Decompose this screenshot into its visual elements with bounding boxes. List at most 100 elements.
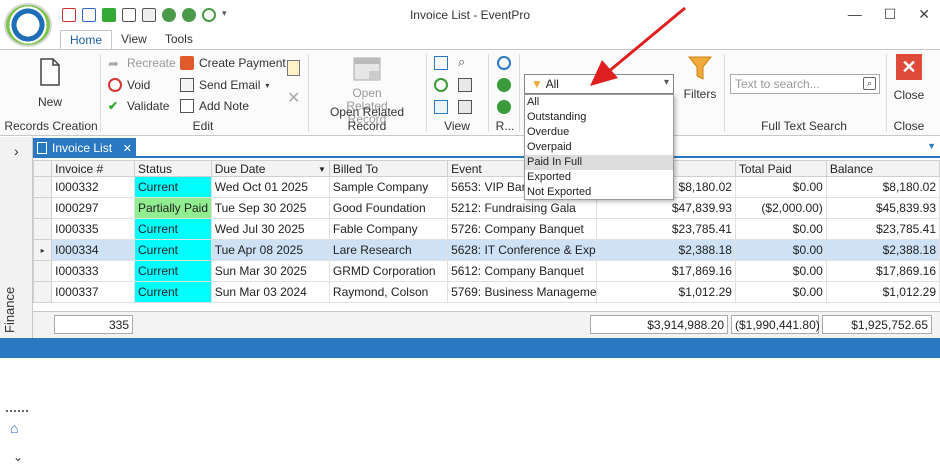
cell-status[interactable]: Current <box>133 260 212 282</box>
history-icon[interactable] <box>497 56 511 70</box>
cell-event[interactable]: 5769: Business Manageme... <box>447 281 597 303</box>
close-button[interactable]: ✕ Close <box>893 54 925 102</box>
table-row[interactable]: ▸ I000334 Current Tue Apr 08 2025 Lare Resea… <box>33 239 940 261</box>
search-icon[interactable]: ⌕ <box>863 77 876 90</box>
cell-invoice[interactable]: I000297 <box>51 197 135 219</box>
row-indicator[interactable] <box>33 218 53 240</box>
app-logo[interactable] <box>4 3 52 47</box>
cell-balance[interactable]: $8,180.02 <box>825 176 940 198</box>
nav-splitter[interactable] <box>6 410 28 412</box>
cell-amount[interactable]: $2,388.18 <box>595 239 736 261</box>
home-icon[interactable]: ⌂ <box>10 420 18 436</box>
cell-invoice[interactable]: I000332 <box>51 176 135 198</box>
cell-event[interactable]: 5612: Company Banquet <box>447 260 597 282</box>
create-payment-button[interactable]: Create Payment <box>180 56 286 70</box>
cell-amount[interactable]: $1,012.29 <box>595 281 736 303</box>
row-indicator[interactable] <box>33 281 53 303</box>
search-icon[interactable]: ⌕ <box>458 54 465 70</box>
clipboard-icon[interactable] <box>287 60 300 76</box>
cell-balance[interactable]: $23,785.41 <box>825 218 940 240</box>
row-indicator[interactable]: ▸ <box>33 239 53 261</box>
cell-due-date[interactable]: Sun Mar 03 2024 <box>210 281 330 303</box>
clear-x-icon[interactable]: ✕ <box>287 88 300 108</box>
cell-status[interactable]: Partially Paid <box>133 197 212 219</box>
validate-button[interactable]: ✔ Validate <box>108 99 169 113</box>
table-row[interactable]: I000333 Current Sun Mar 30 2025 GRMD Corpor… <box>33 260 940 282</box>
column-header-total-paid[interactable]: Total Paid <box>734 160 827 177</box>
close-window-button[interactable]: ✕ <box>918 6 930 23</box>
column-header-status[interactable]: Status <box>133 160 212 177</box>
send-email-button[interactable]: Send Email ▾ <box>180 78 269 92</box>
column-header-balance[interactable]: Balance <box>825 160 940 177</box>
cell-total-paid[interactable]: ($2,000.00) <box>734 197 827 219</box>
column-header-invoice[interactable]: Invoice # <box>51 160 135 177</box>
cell-billed-to[interactable]: Good Foundation <box>328 197 449 219</box>
cell-due-date[interactable]: Wed Oct 01 2025 <box>210 176 330 198</box>
cell-invoice[interactable]: I000333 <box>51 260 135 282</box>
cell-status[interactable]: Current <box>133 176 212 198</box>
grid-view-icon[interactable] <box>458 78 472 92</box>
cell-status[interactable]: Current <box>133 218 212 240</box>
down-icon[interactable] <box>497 100 511 114</box>
cell-total-paid[interactable]: $0.00 <box>734 239 827 261</box>
cell-event[interactable]: 5726: Company Banquet <box>447 218 597 240</box>
table-row[interactable]: I000335 Current Wed Jul 30 2025 Fable Compa… <box>33 218 940 240</box>
column-header-billed-to[interactable]: Billed To <box>328 160 449 177</box>
new-button[interactable]: New <box>34 58 66 109</box>
cell-due-date[interactable]: Tue Sep 30 2025 <box>210 197 330 219</box>
refresh-view-icon[interactable] <box>434 78 448 92</box>
cell-due-date[interactable]: Sun Mar 30 2025 <box>210 260 330 282</box>
cell-total-paid[interactable]: $0.00 <box>734 281 827 303</box>
cell-amount[interactable]: $47,839.93 <box>595 197 736 219</box>
table-row[interactable]: I000332 Current Wed Oct 01 2025 Sample Comp… <box>33 176 940 198</box>
tab-tools[interactable]: Tools <box>156 30 202 50</box>
filter-option-paid-in-full[interactable]: Paid In Full <box>525 155 673 170</box>
row-indicator[interactable] <box>33 197 53 219</box>
cell-event[interactable]: 5212: Fundraising Gala <box>447 197 597 219</box>
cell-total-paid[interactable]: $0.00 <box>734 260 827 282</box>
row-indicator[interactable] <box>33 260 53 282</box>
cell-status[interactable]: Current <box>133 239 212 261</box>
cell-balance[interactable]: $17,869.16 <box>825 260 940 282</box>
columns-icon[interactable] <box>458 100 472 114</box>
cell-invoice[interactable]: I000334 <box>51 239 135 261</box>
void-button[interactable]: Void <box>108 78 150 92</box>
cell-amount[interactable]: $17,869.16 <box>595 260 736 282</box>
cell-status[interactable]: Current <box>133 281 212 303</box>
cell-due-date[interactable]: Tue Apr 08 2025 <box>210 239 330 261</box>
cell-billed-to[interactable]: GRMD Corporation <box>328 260 449 282</box>
filter-option-not-exported[interactable]: Not Exported <box>525 185 673 200</box>
expand-nav-chevron-icon[interactable]: › <box>14 143 19 159</box>
column-header-due-date[interactable]: Due Date ▼ <box>210 160 330 177</box>
list-view-icon[interactable] <box>434 56 448 70</box>
nav-section-finance[interactable]: Finance <box>2 287 17 333</box>
cell-amount[interactable]: $23,785.41 <box>595 218 736 240</box>
cell-total-paid[interactable]: $0.00 <box>734 218 827 240</box>
export-icon[interactable] <box>434 100 448 114</box>
cell-invoice[interactable]: I000335 <box>51 218 135 240</box>
doc-tab-invoice-list[interactable]: Invoice List ✕ <box>33 138 136 158</box>
cell-billed-to[interactable]: Fable Company <box>328 218 449 240</box>
table-row[interactable]: I000297 Partially Paid Tue Sep 30 2025 Good… <box>33 197 940 219</box>
cell-billed-to[interactable]: Lare Research <box>328 239 449 261</box>
cell-invoice[interactable]: I000337 <box>51 281 135 303</box>
maximize-button[interactable]: ☐ <box>884 6 897 23</box>
filter-option-exported[interactable]: Exported <box>525 170 673 185</box>
table-row[interactable]: I000337 Current Sun Mar 03 2024 Raymond, Co… <box>33 281 940 303</box>
cell-billed-to[interactable]: Raymond, Colson <box>328 281 449 303</box>
tab-home[interactable]: Home <box>60 30 113 50</box>
filter-option-overdue[interactable]: Overdue <box>525 125 673 140</box>
chevron-down-icon[interactable]: ⌄ <box>13 450 23 464</box>
tab-list-dropdown-icon[interactable]: ▼ <box>927 141 936 151</box>
filter-option-outstanding[interactable]: Outstanding <box>525 110 673 125</box>
full-text-search-input[interactable]: Text to search... ⌕ <box>730 74 880 94</box>
cell-balance[interactable]: $2,388.18 <box>825 239 940 261</box>
cell-event[interactable]: 5628: IT Conference & Expo <box>447 239 597 261</box>
cell-total-paid[interactable]: $0.00 <box>734 176 827 198</box>
cell-due-date[interactable]: Wed Jul 30 2025 <box>210 218 330 240</box>
cell-billed-to[interactable]: Sample Company <box>328 176 449 198</box>
filter-option-all[interactable]: All <box>525 95 673 110</box>
up-icon[interactable] <box>497 78 511 92</box>
close-tab-icon[interactable]: ✕ <box>123 142 132 155</box>
cell-balance[interactable]: $1,012.29 <box>825 281 940 303</box>
